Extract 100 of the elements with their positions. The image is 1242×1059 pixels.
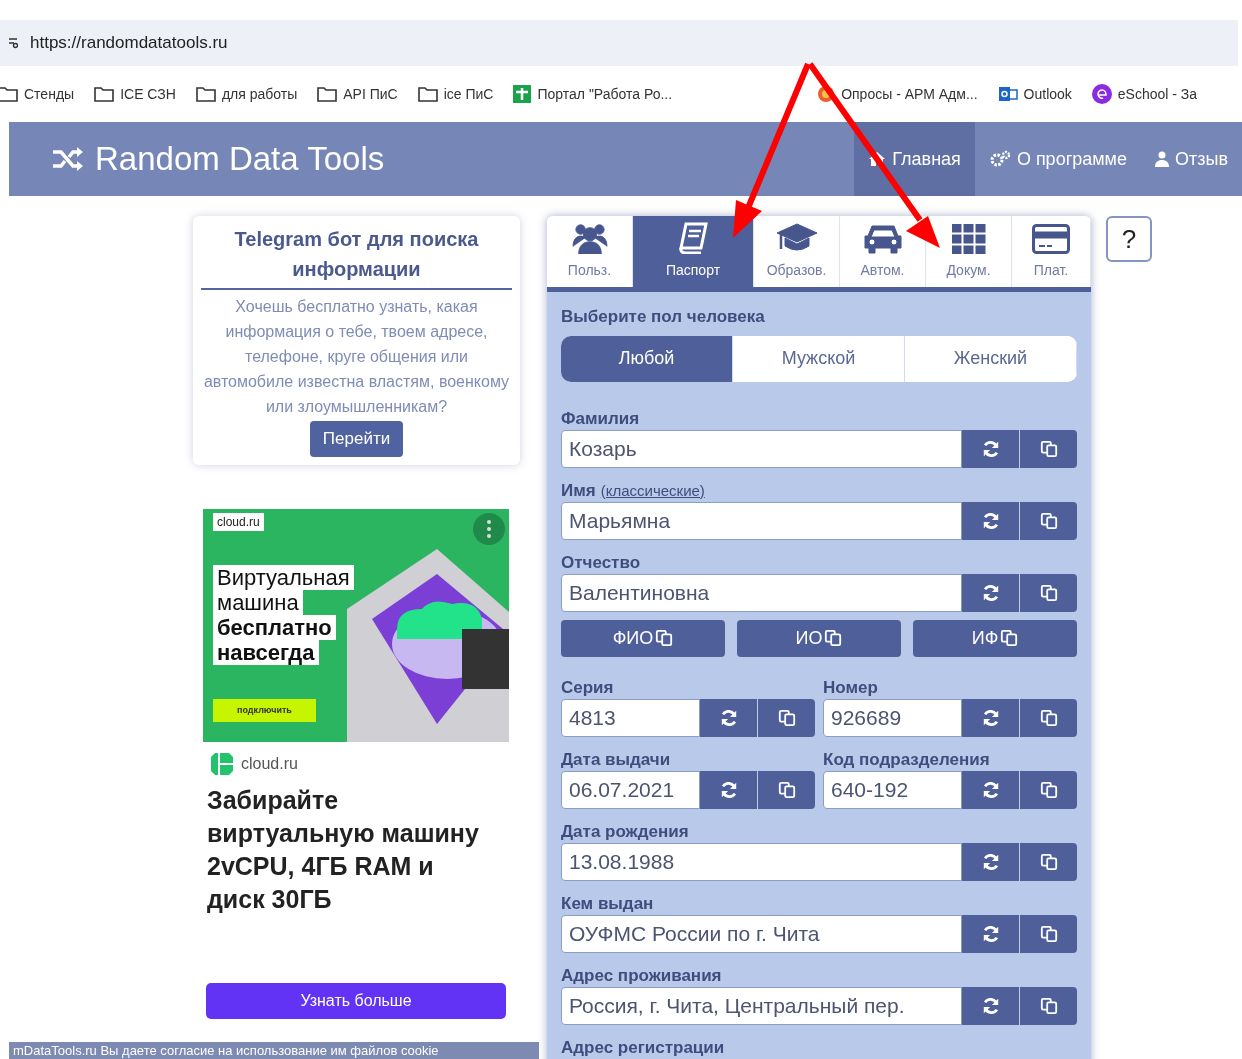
folder-icon (317, 86, 338, 102)
credit-card-icon (1032, 224, 1070, 254)
refresh-button[interactable] (962, 698, 1020, 737)
site-logo-title[interactable]: Random Data Tools (95, 134, 385, 184)
field-label: Дата выдачи (561, 748, 671, 771)
field-label: Выберите пол человека (561, 306, 766, 328)
field-label: Номер (823, 676, 878, 699)
shuffle-icon (51, 146, 85, 172)
text-field[interactable]: 640-192 (823, 770, 962, 809)
field-label: Дата рождения (561, 820, 689, 843)
refresh-button[interactable] (962, 914, 1020, 953)
refresh-button[interactable] (700, 698, 758, 737)
banner-text: Виртуальная (213, 564, 354, 590)
copy-name-button[interactable]: ИО (737, 619, 901, 657)
refresh-icon (981, 708, 1000, 727)
copy-icon (1039, 924, 1058, 943)
banner-button[interactable]: подключить (213, 698, 316, 722)
go-button[interactable]: Перейти (309, 421, 404, 457)
bookmark[interactable]: для работы (195, 83, 298, 105)
folder-icon (0, 86, 18, 102)
copy-icon (1039, 439, 1058, 458)
copy-name-button[interactable]: ФИО (561, 619, 725, 657)
grid-icon (951, 224, 986, 254)
copy-button[interactable] (1020, 501, 1077, 540)
tab[interactable]: Паспорт (633, 216, 754, 287)
copy-button[interactable] (1020, 429, 1077, 468)
bookmark[interactable]: API ПиС (317, 83, 398, 105)
text-field[interactable]: Козарь (561, 429, 962, 468)
car-icon (862, 222, 903, 254)
field-label: Адрес проживания (561, 964, 722, 987)
gender-option[interactable]: Любой (561, 335, 733, 382)
nav-link[interactable]: О программе (974, 122, 1141, 196)
brand-name: cloud.ru (241, 753, 298, 774)
text-field[interactable]: ОУФМС России по г. Чита (561, 914, 962, 953)
text-field[interactable]: Валентиновна (561, 573, 962, 612)
copy-icon (655, 629, 674, 647)
refresh-button[interactable] (962, 501, 1020, 540)
refresh-icon (981, 852, 1000, 871)
copy-button[interactable] (1020, 573, 1077, 612)
refresh-icon (981, 439, 1000, 458)
copy-button[interactable] (1020, 986, 1077, 1025)
refresh-button[interactable] (700, 770, 758, 809)
letter-e-icon (1091, 84, 1112, 104)
plus-square-icon (513, 85, 532, 103)
copy-button[interactable] (1020, 842, 1077, 881)
copy-icon (1039, 583, 1058, 602)
card-title: Telegram бот для поиска информации (201, 224, 512, 290)
copy-button[interactable] (758, 698, 815, 737)
text-field[interactable]: 06.07.2021 (561, 770, 700, 809)
brand-logo-icon (211, 752, 233, 775)
bookmark[interactable]: Outlook (997, 83, 1072, 105)
field-label: Адрес регистрации (561, 1036, 725, 1059)
help-button[interactable]: ? (1106, 216, 1152, 262)
copy-button[interactable] (758, 770, 815, 809)
bookmark[interactable]: Стенды (0, 83, 75, 105)
refresh-icon (719, 780, 738, 799)
refresh-button[interactable] (962, 573, 1020, 612)
copy-button[interactable] (1020, 914, 1077, 953)
mail-icon (997, 85, 1018, 103)
address-bar-url[interactable]: https://randomdatatools.ru (30, 30, 228, 56)
bookmark[interactable]: ice ПиС (417, 83, 494, 105)
refresh-icon (981, 924, 1000, 943)
field-label: Код подразделения (823, 748, 990, 771)
users-icon (570, 222, 609, 254)
bookmark[interactable]: eSchool - За (1091, 83, 1198, 105)
person-icon (1155, 151, 1169, 167)
tab[interactable]: Польз. (547, 216, 633, 287)
field-label: Отчество (561, 551, 641, 574)
refresh-icon (981, 511, 1000, 530)
refresh-button[interactable] (962, 770, 1020, 809)
ad-brand-tag: cloud.ru (213, 512, 264, 531)
bookmark[interactable]: ICE СЗН (94, 83, 176, 105)
book-icon (678, 222, 708, 254)
learn-more-button[interactable]: Узнать больше (206, 982, 506, 1019)
bookmark[interactable]: Опросы - АРМ Адм... (817, 83, 978, 105)
refresh-icon (981, 583, 1000, 602)
copy-icon (1039, 511, 1058, 530)
refresh-button[interactable] (962, 842, 1020, 881)
text-field[interactable]: 13.08.1988 (561, 842, 962, 881)
text-field[interactable]: 926689 (823, 698, 962, 737)
refresh-icon (719, 708, 738, 727)
copy-button[interactable] (1020, 770, 1077, 809)
name-type-link[interactable]: (классические) (600, 479, 705, 502)
refresh-button[interactable] (962, 986, 1020, 1025)
more-options-icon[interactable] (473, 512, 505, 545)
copy-icon (777, 780, 796, 799)
nav-link[interactable]: Отзыв (1141, 122, 1242, 196)
folder-icon (417, 86, 438, 102)
site-info-icon[interactable] (8, 36, 18, 50)
bookmark[interactable]: Портал "Работа Ро... (513, 83, 673, 105)
copy-name-button[interactable]: ИФ (913, 619, 1077, 657)
copy-icon (1039, 708, 1058, 727)
copy-button[interactable] (1020, 698, 1077, 737)
refresh-button[interactable] (962, 429, 1020, 468)
text-field[interactable]: Марьямна (561, 501, 962, 540)
text-field[interactable]: 4813 (561, 698, 700, 737)
text-field[interactable]: Россия, г. Чита, Центральный пер. (561, 986, 962, 1025)
refresh-icon (981, 996, 1000, 1015)
copy-icon (777, 708, 796, 727)
copy-icon (1039, 780, 1058, 799)
